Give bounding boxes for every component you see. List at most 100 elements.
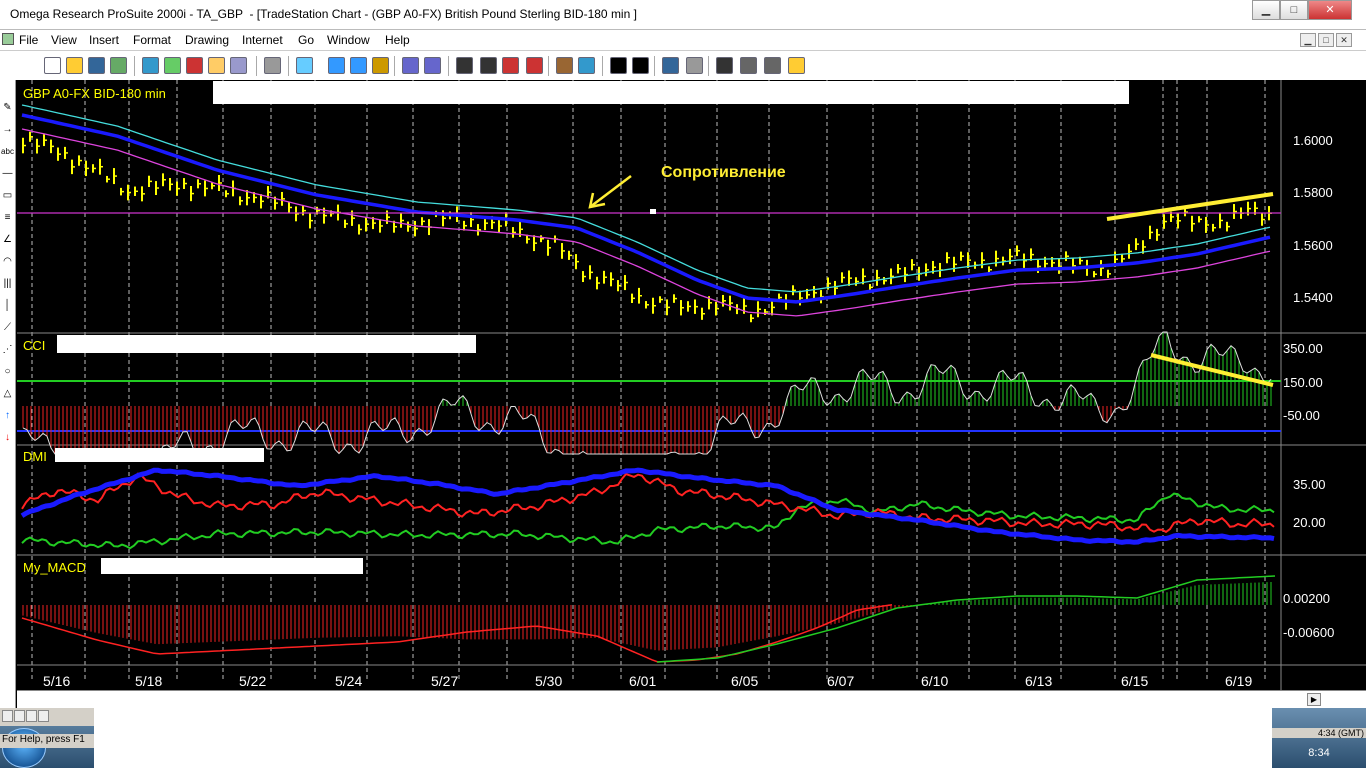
toolbar-button-icon[interactable]: [350, 57, 367, 74]
status-help-text: For Help, press F1: [0, 734, 94, 748]
rectangle-icon[interactable]: ▭: [1, 188, 14, 203]
minimize-button[interactable]: ▁: [1252, 0, 1280, 20]
toolbar-button-icon[interactable]: [186, 57, 203, 74]
toolbar-separator: [654, 56, 655, 76]
window-title: Omega Research ProSuite 2000i - TA_GBP -…: [10, 7, 637, 21]
vertical-line-icon[interactable]: │: [1, 298, 14, 313]
macd-axis-label: -0.00600: [1283, 625, 1334, 640]
toolbar-button-icon[interactable]: [456, 57, 473, 74]
mdi-restore-button[interactable]: □: [1318, 33, 1334, 47]
window-controls: ▁ □ ✕: [1252, 0, 1352, 20]
toolbar-separator: [288, 56, 289, 76]
down-arrow-icon[interactable]: ↓: [1, 430, 14, 445]
menu-format[interactable]: Format: [133, 33, 171, 47]
document-icon[interactable]: [2, 33, 14, 45]
toolbar-button-icon[interactable]: [372, 57, 389, 74]
toolbar-button-icon[interactable]: [66, 57, 83, 74]
toolbar-button-icon[interactable]: [110, 57, 127, 74]
date-label: 6/01: [629, 673, 656, 689]
macd-axis-label: 0.00200: [1283, 591, 1330, 606]
toolbar-button-icon[interactable]: [164, 57, 181, 74]
toolbar-button-icon[interactable]: [88, 57, 105, 74]
toolbar-separator: [708, 56, 709, 76]
text-tool-icon[interactable]: abc: [1, 144, 14, 159]
triangle-icon[interactable]: △: [1, 386, 14, 401]
date-label: 5/24: [335, 673, 362, 689]
fib-icon[interactable]: ∠: [1, 232, 14, 247]
redacted-box-price: [213, 81, 1129, 104]
menu-internet[interactable]: Internet: [242, 33, 283, 47]
date-label: 6/05: [731, 673, 758, 689]
dmi-pane-title: DMI: [23, 449, 47, 464]
price-pane-title: GBP A0-FX BID-180 min: [23, 86, 166, 101]
redacted-box-dmi: [55, 448, 264, 462]
redacted-box-cci: [57, 335, 476, 353]
nav-last-icon[interactable]: [38, 710, 49, 722]
maximize-button[interactable]: □: [1280, 0, 1308, 20]
toolbar-button-icon[interactable]: [632, 57, 649, 74]
toolbar-button-icon[interactable]: [716, 57, 733, 74]
toolbar-button-icon[interactable]: [296, 57, 313, 74]
cci-pane-title: CCI: [23, 338, 45, 353]
cci-axis-label: 350.00: [1283, 341, 1323, 356]
toolbar-button-icon[interactable]: [142, 57, 159, 74]
toolbar-button-icon[interactable]: [208, 57, 225, 74]
toolbar-button-icon[interactable]: [230, 57, 247, 74]
mdi-close-button[interactable]: ✕: [1336, 33, 1352, 47]
toolbar-button-icon[interactable]: [502, 57, 519, 74]
price-axis-label: 1.5600: [1293, 238, 1333, 253]
speed-lines-icon[interactable]: ⟋: [1, 320, 14, 335]
toolbar-button-icon[interactable]: [328, 57, 345, 74]
date-label: 5/16: [43, 673, 70, 689]
menu-drawing[interactable]: Drawing: [185, 33, 229, 47]
menu-file[interactable]: File: [19, 33, 38, 47]
toolbar-button-icon[interactable]: [264, 57, 281, 74]
cci-axis-label: -50.00: [1283, 408, 1320, 423]
up-arrow-icon[interactable]: ↑: [1, 408, 14, 423]
system-clock: 8:34: [1308, 747, 1330, 759]
menu-insert[interactable]: Insert: [89, 33, 119, 47]
toolbar-button-icon[interactable]: [764, 57, 781, 74]
toolbar-button-icon[interactable]: [578, 57, 595, 74]
toolbar-button-icon[interactable]: [788, 57, 805, 74]
toolbar-button-icon[interactable]: [44, 57, 61, 74]
nav-first-icon[interactable]: [2, 710, 13, 722]
menu-help[interactable]: Help: [385, 33, 410, 47]
date-label: 6/13: [1025, 673, 1052, 689]
ellipse-icon[interactable]: ○: [1, 364, 14, 379]
close-button[interactable]: ✕: [1308, 0, 1352, 20]
trendline-icon[interactable]: —: [1, 166, 14, 181]
toolbar-button-icon[interactable]: [662, 57, 679, 74]
toolbar-separator: [256, 56, 257, 76]
menu-view[interactable]: View: [51, 33, 77, 47]
scroll-right-icon[interactable]: ▶: [1307, 693, 1321, 706]
price-axis-label: 1.5800: [1293, 185, 1333, 200]
toolbar-separator: [394, 56, 395, 76]
date-label: 5/27: [431, 673, 458, 689]
channel-icon[interactable]: ≡: [1, 210, 14, 225]
toolbar-button-icon[interactable]: [402, 57, 419, 74]
toolbar-button-icon[interactable]: [424, 57, 441, 74]
toolbar-button-icon[interactable]: [480, 57, 497, 74]
horizontal-scrollbar[interactable]: ▶: [17, 690, 1366, 708]
menu-go[interactable]: Go: [298, 33, 314, 47]
fan-icon[interactable]: ⋰: [1, 342, 14, 357]
toolbar-button-icon[interactable]: [526, 57, 543, 74]
nav-next-icon[interactable]: [26, 710, 37, 722]
cycle-lines-icon[interactable]: |||: [1, 276, 14, 291]
menu-window[interactable]: Window: [327, 33, 370, 47]
toolbar-button-icon[interactable]: [686, 57, 703, 74]
toolbar-button-icon[interactable]: [556, 57, 573, 74]
toolbar-button-icon[interactable]: [740, 57, 757, 74]
arrow-line-icon[interactable]: →: [1, 122, 14, 137]
toolbar-separator: [448, 56, 449, 76]
mdi-minimize-button[interactable]: ▁: [1300, 33, 1316, 47]
resistance-handle[interactable]: [650, 209, 656, 214]
pencil-icon[interactable]: ✎: [1, 100, 14, 115]
date-label: 6/19: [1225, 673, 1252, 689]
toolbar-button-icon[interactable]: [610, 57, 627, 74]
nav-prev-icon[interactable]: [14, 710, 25, 722]
date-label: 6/15: [1121, 673, 1148, 689]
trade-chart[interactable]: Сопротивление GBP A0-FX BID-180 min CCI …: [17, 80, 1366, 690]
arc-icon[interactable]: ◠: [1, 254, 14, 269]
